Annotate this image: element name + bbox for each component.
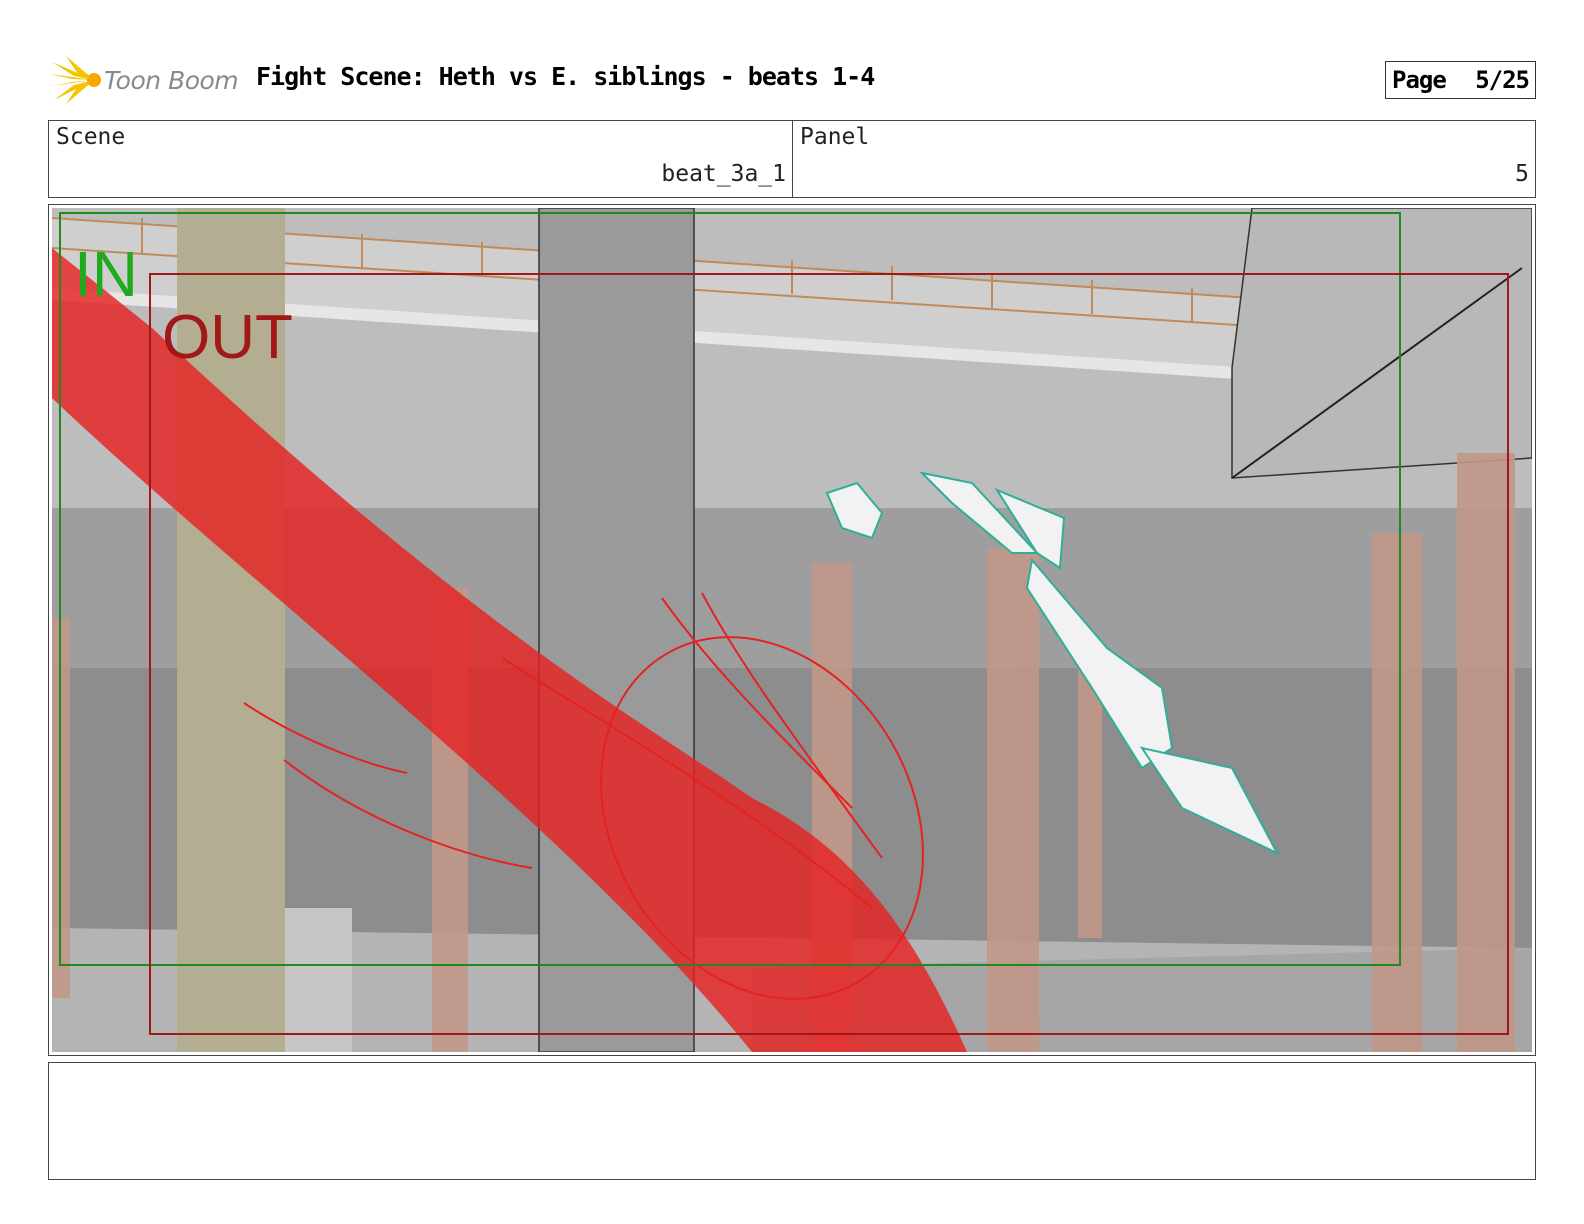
starburst-icon	[50, 56, 101, 104]
notes-box	[48, 1062, 1536, 1180]
scene-value: beat_3a_1	[661, 161, 786, 187]
panel-cell: Panel 5	[793, 121, 1535, 197]
out-label: OUT	[162, 303, 293, 372]
document-title: Fight Scene: Heth vs E. siblings - beats…	[256, 62, 875, 91]
page-label: Page	[1392, 66, 1447, 94]
logo-text: Toon Boom	[104, 66, 239, 95]
toon-boom-logo: Toon Boom	[50, 54, 240, 106]
page-indicator: Page 5/25	[1385, 61, 1536, 99]
panel-label: Panel	[800, 124, 870, 150]
in-label: IN	[74, 238, 138, 310]
scene-panel-info: Scene beat_3a_1 Panel 5	[48, 120, 1536, 198]
storyboard-panel-drawing: IN OUT	[52, 208, 1532, 1052]
page-number: 5/25	[1475, 66, 1530, 94]
panel-image-frame: IN OUT	[48, 204, 1536, 1056]
scene-cell: Scene beat_3a_1	[49, 121, 793, 197]
panel-value: 5	[1515, 161, 1529, 187]
scene-label: Scene	[56, 124, 126, 150]
